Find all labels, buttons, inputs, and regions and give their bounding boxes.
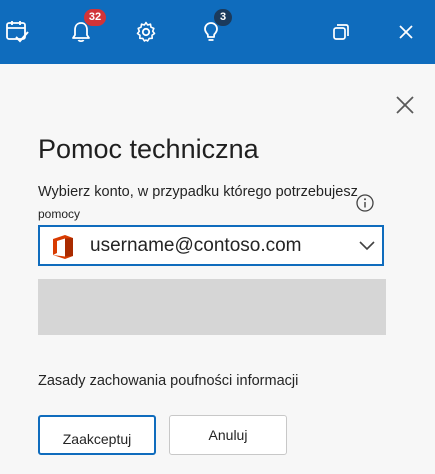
office-logo-icon bbox=[52, 234, 74, 260]
close-window-icon[interactable] bbox=[388, 14, 424, 50]
close-dialog-icon[interactable] bbox=[392, 92, 418, 118]
account-dropdown[interactable]: username@contoso.com bbox=[38, 225, 384, 266]
bell-icon[interactable]: 32 bbox=[63, 8, 107, 50]
cancel-button[interactable]: Anuluj bbox=[169, 415, 287, 455]
gear-icon[interactable] bbox=[128, 14, 164, 50]
placeholder-panel bbox=[38, 279, 386, 335]
support-dialog: Pomoc techniczna Wybierz konto, w przypa… bbox=[0, 64, 435, 474]
accept-button-label: Zaakceptuj bbox=[62, 431, 132, 447]
calendar-check-icon[interactable] bbox=[0, 14, 36, 50]
dialog-title: Pomoc techniczna bbox=[38, 134, 259, 164]
title-bar: 32 3 bbox=[0, 0, 435, 64]
account-prompt-continued: pomocy bbox=[38, 207, 81, 221]
chevron-down-icon bbox=[358, 238, 376, 254]
accept-button[interactable]: Zaakceptuj bbox=[38, 415, 156, 455]
lightbulb-icon[interactable]: 3 bbox=[193, 8, 233, 50]
info-icon[interactable] bbox=[355, 193, 375, 213]
selected-account-value: username@contoso.com bbox=[90, 235, 302, 256]
tips-count-badge: 3 bbox=[213, 8, 233, 27]
cancel-button-label: Anuluj bbox=[208, 427, 248, 443]
restore-window-icon[interactable] bbox=[323, 14, 359, 50]
notification-count-badge: 32 bbox=[83, 8, 107, 27]
privacy-policy-link[interactable]: Zasady zachowania poufności informacji bbox=[38, 373, 298, 389]
account-prompt: Wybierz konto, w przypadku którego potrz… bbox=[38, 184, 358, 200]
